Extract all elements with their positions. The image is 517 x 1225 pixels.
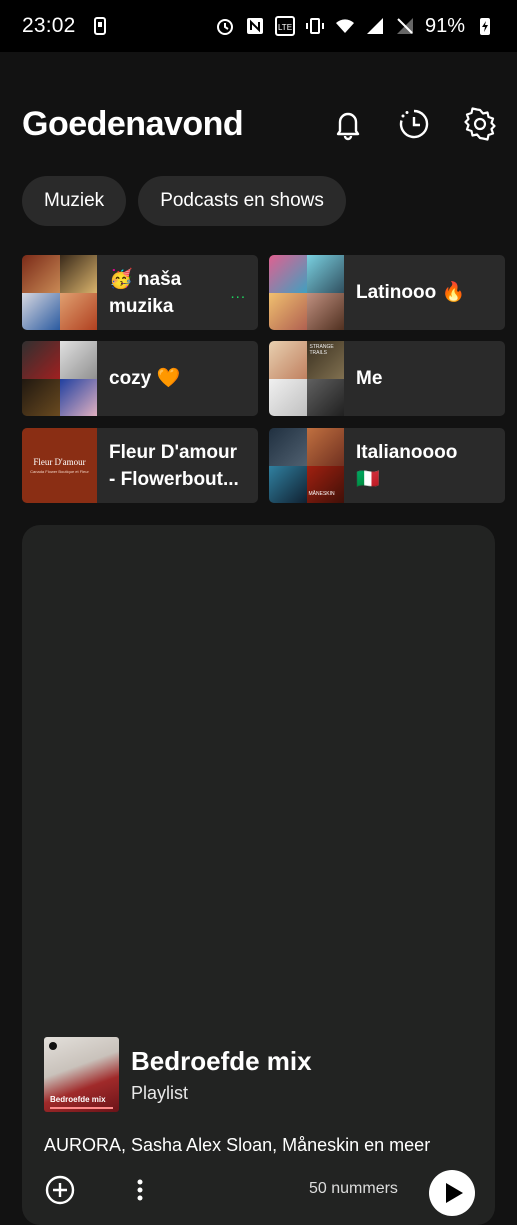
filter-chips: Muziek Podcasts en shows xyxy=(22,176,346,226)
sim-icon xyxy=(93,17,106,35)
playlist-cover xyxy=(22,255,97,330)
shortcut-title-2: muzika xyxy=(109,295,174,317)
shortcut-fleur-damour[interactable]: Fleur D'amour Canada Flower Boutique et … xyxy=(22,428,258,503)
more-options-icon[interactable] xyxy=(134,1174,146,1206)
shortcut-me[interactable]: STRANGE TRAILS Me xyxy=(269,341,505,416)
nfc-icon xyxy=(246,18,263,34)
shortcut-title-2: 🇮🇹 xyxy=(356,468,380,490)
page-title: Goedenavond xyxy=(22,104,244,143)
chip-podcasts[interactable]: Podcasts en shows xyxy=(138,176,346,226)
cover-title: Fleur D'amour xyxy=(33,457,86,467)
play-button[interactable] xyxy=(429,1170,475,1216)
shortcut-latinooo[interactable]: Latinooo 🔥 xyxy=(269,255,505,330)
mix-cover-label: Bedroefde mix xyxy=(50,1095,106,1104)
mix-actions: 50 nummers xyxy=(44,1170,475,1216)
svg-text:LTE: LTE xyxy=(278,23,292,32)
maneskin-text: MÅNESKIN xyxy=(308,491,335,497)
recent-history-icon[interactable] xyxy=(397,107,431,141)
vibrate-icon xyxy=(305,18,324,34)
play-icon xyxy=(446,1183,463,1203)
home-header: Goedenavond xyxy=(22,96,497,152)
volte-icon: LTE xyxy=(274,16,295,36)
shortcut-title: Italianoooo xyxy=(356,441,458,463)
strange-trails-text: STRANGE TRAILS xyxy=(309,344,334,356)
wifi-icon xyxy=(335,19,354,33)
playlist-cover xyxy=(269,255,344,330)
status-bar: 23:02 LTE 91% xyxy=(0,0,517,52)
shortcut-italianoooo[interactable]: MÅNESKIN Italianoooo 🇮🇹 xyxy=(269,428,505,503)
alarm-icon xyxy=(216,19,233,35)
shortcut-cozy[interactable]: cozy 🧡 xyxy=(22,341,258,416)
shortcut-title: Me xyxy=(356,368,383,389)
bell-icon[interactable] xyxy=(331,107,365,141)
mix-artists: AURORA, Sasha Alex Sloan, Måneskin en me… xyxy=(44,1135,431,1155)
playlist-cover: Fleur D'amour Canada Flower Boutique et … xyxy=(22,428,97,503)
playlist-cover: STRANGE TRAILS xyxy=(269,341,344,416)
spotify-logo-icon xyxy=(49,1042,57,1050)
mix-cover-bar xyxy=(50,1107,113,1109)
shortcut-title-2: - Flowerbout... xyxy=(109,468,239,490)
add-icon[interactable] xyxy=(44,1174,76,1206)
status-time: 23:02 xyxy=(22,14,76,37)
track-count: 50 nummers xyxy=(309,1180,398,1197)
shortcut-title: Latinooo 🔥 xyxy=(356,282,466,303)
battery-percent: 91% xyxy=(424,14,465,37)
settings-icon[interactable] xyxy=(463,107,497,141)
cover-subtitle: Canada Flower Boutique et Fleur xyxy=(30,469,89,474)
playing-indicator: ... xyxy=(230,285,246,302)
mix-title: Bedroefde mix xyxy=(131,1045,312,1076)
featured-card[interactable]: Bedroefde mix Bedroefde mix Playlist AUR… xyxy=(22,525,495,1225)
shortcut-title: Fleur D'amour xyxy=(109,441,238,463)
shortcut-title: 🥳 naša xyxy=(109,268,182,290)
playlist-cover: MÅNESKIN xyxy=(269,428,344,503)
battery-charging-icon xyxy=(480,18,490,35)
mix-type: Playlist xyxy=(131,1082,189,1103)
no-sim-icon xyxy=(396,18,413,34)
mix-cover[interactable]: Bedroefde mix xyxy=(44,1037,119,1112)
shortcut-title: cozy 🧡 xyxy=(109,368,181,389)
shortcut-nasa-muzika[interactable]: 🥳 naša muzika ... xyxy=(22,255,258,330)
chip-music[interactable]: Muziek xyxy=(22,176,127,226)
mix-header: Bedroefde mix Bedroefde mix Playlist xyxy=(44,1037,312,1112)
playlist-cover xyxy=(22,341,97,416)
signal-icon xyxy=(366,18,383,34)
